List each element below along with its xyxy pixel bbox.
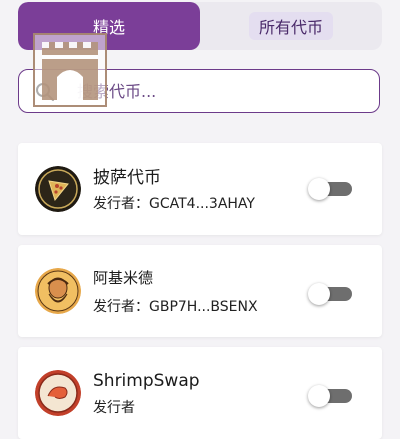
token-card[interactable]: 阿基米德 发行者：GBP7H...BSENX: [18, 245, 382, 337]
tab-all-tokens[interactable]: 所有代币: [200, 2, 382, 50]
token-issuer: 发行者：GBP7H...BSENX: [93, 299, 258, 315]
toggle-knob: [308, 178, 330, 200]
token-toggle[interactable]: [308, 385, 352, 407]
token-name: 披萨代币: [93, 168, 161, 188]
token-name: 阿基米德: [93, 269, 154, 287]
toggle-knob: [308, 283, 330, 305]
search-input[interactable]: [75, 80, 359, 102]
shrimp-icon: [35, 370, 81, 416]
toggle-knob: [308, 385, 330, 407]
tab-featured-label: 精选: [92, 18, 125, 37]
token-issuer: 发行者：GCAT4...3AHAY: [93, 196, 255, 212]
search-box: [18, 69, 380, 113]
token-name: ShrimpSwap: [93, 371, 200, 391]
tab-featured[interactable]: 精选: [18, 2, 200, 50]
token-card[interactable]: 披萨代币 发行者：GCAT4...3AHAY: [18, 143, 382, 235]
token-issuer: 发行者: [93, 400, 135, 416]
token-tabs: 精选 所有代币: [18, 2, 382, 50]
token-toggle[interactable]: [308, 178, 352, 200]
search-icon: [36, 83, 55, 102]
pizza-icon: [35, 166, 81, 212]
tab-all-tokens-label: 所有代币: [248, 12, 333, 40]
token-toggle[interactable]: [308, 283, 352, 305]
token-card[interactable]: ShrimpSwap 发行者: [18, 347, 382, 439]
archimedes-portrait-icon: [35, 268, 81, 314]
